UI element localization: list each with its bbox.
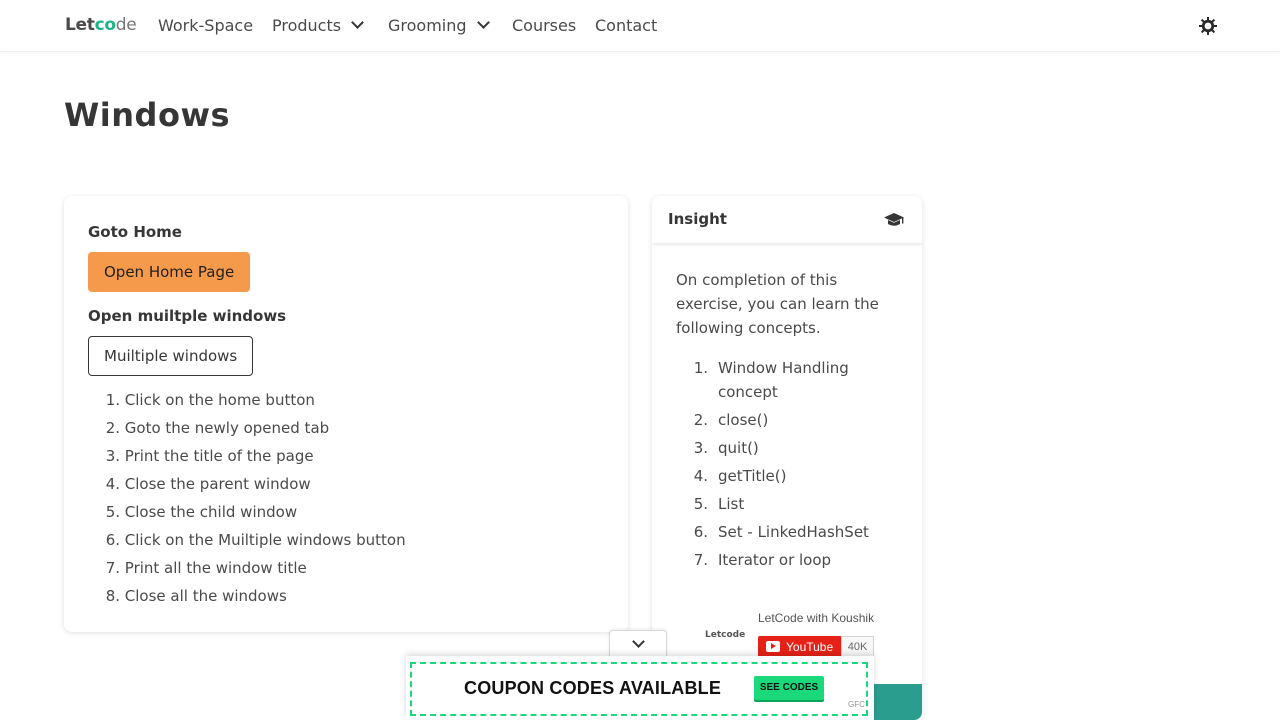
chevron-down-icon [632, 635, 645, 648]
list-item: 8. Close all the windows [105, 587, 287, 605]
list-item: 3. quit() [693, 439, 759, 457]
list-item: 1. Window Handling concept [693, 359, 849, 401]
list-item: 4. getTitle() [693, 467, 787, 485]
steps-list: 1. Click on the home button 2. Goto the … [98, 386, 406, 610]
insight-header: Insight [652, 196, 922, 244]
youtube-play-icon [766, 641, 780, 652]
ad-banner[interactable]: COUPON CODES AVAILABLE SEE CODES GFC [406, 656, 874, 720]
nav-work-space[interactable]: Work-Space [158, 16, 253, 35]
sun-icon[interactable] [1199, 17, 1217, 35]
nav-grooming-dropdown[interactable]: Grooming [388, 16, 490, 35]
multiple-windows-button[interactable]: Muiltiple windows [88, 336, 254, 376]
see-codes-button[interactable]: SEE CODES [754, 676, 824, 700]
ad-frame: COUPON CODES AVAILABLE SEE CODES GFC [410, 662, 868, 716]
nav-products-dropdown[interactable]: Products [272, 16, 364, 35]
insight-title: Insight [668, 210, 727, 228]
list-item: 2. close() [693, 411, 769, 429]
navbar: Letcode Work-Space Products Grooming Cou… [0, 0, 1280, 52]
list-item: 3. Print the title of the page [105, 447, 314, 465]
list-item: 1. Click on the home button [105, 391, 315, 409]
site-logo[interactable]: Letcode [65, 15, 137, 35]
list-item: 2. Goto the newly opened tab [105, 419, 330, 437]
chevron-down-icon [351, 16, 364, 29]
list-item: 7. Iterator or loop [693, 551, 832, 569]
youtube-subscriber-count: 40K [841, 636, 874, 658]
youtube-subscribe-button[interactable]: YouTube [758, 636, 842, 658]
ad-mark: GFC [848, 700, 865, 709]
list-item: 6. Set - LinkedHashSet [693, 523, 869, 541]
insight-intro: On completion of this exercise, you can … [676, 271, 879, 337]
list-item: 4. Close the parent window [105, 475, 311, 493]
list-item: 6. Click on the Muiltiple windows button [105, 531, 406, 549]
list-item: 5. List [693, 495, 745, 513]
nav-contact[interactable]: Contact [595, 16, 657, 35]
exercise-card: Goto Home Open Home Page Open muiltple w… [64, 196, 628, 632]
concepts-list: 1. Window Handling concept 2. close() 3. qu… [686, 356, 896, 576]
ad-collapse-toggle[interactable] [609, 630, 667, 656]
youtube-channel-name[interactable]: LetCode with Koushik [758, 611, 874, 625]
list-item: 7. Print all the window title [105, 559, 307, 577]
goto-home-label: Goto Home [88, 223, 182, 241]
list-item: 5. Close the child window [105, 503, 298, 521]
open-home-page-button[interactable]: Open Home Page [88, 252, 251, 292]
open-multiple-label: Open muiltple windows [88, 307, 287, 325]
nav-courses[interactable]: Courses [512, 16, 576, 35]
insight-card: Insight On completion of this exercise, … [652, 196, 922, 720]
ad-headline: COUPON CODES AVAILABLE [464, 678, 722, 698]
channel-logo: Letcode [705, 630, 746, 640]
page-title: Windows [64, 96, 231, 134]
chevron-down-icon [476, 16, 490, 29]
graduation-cap-icon [883, 211, 905, 229]
